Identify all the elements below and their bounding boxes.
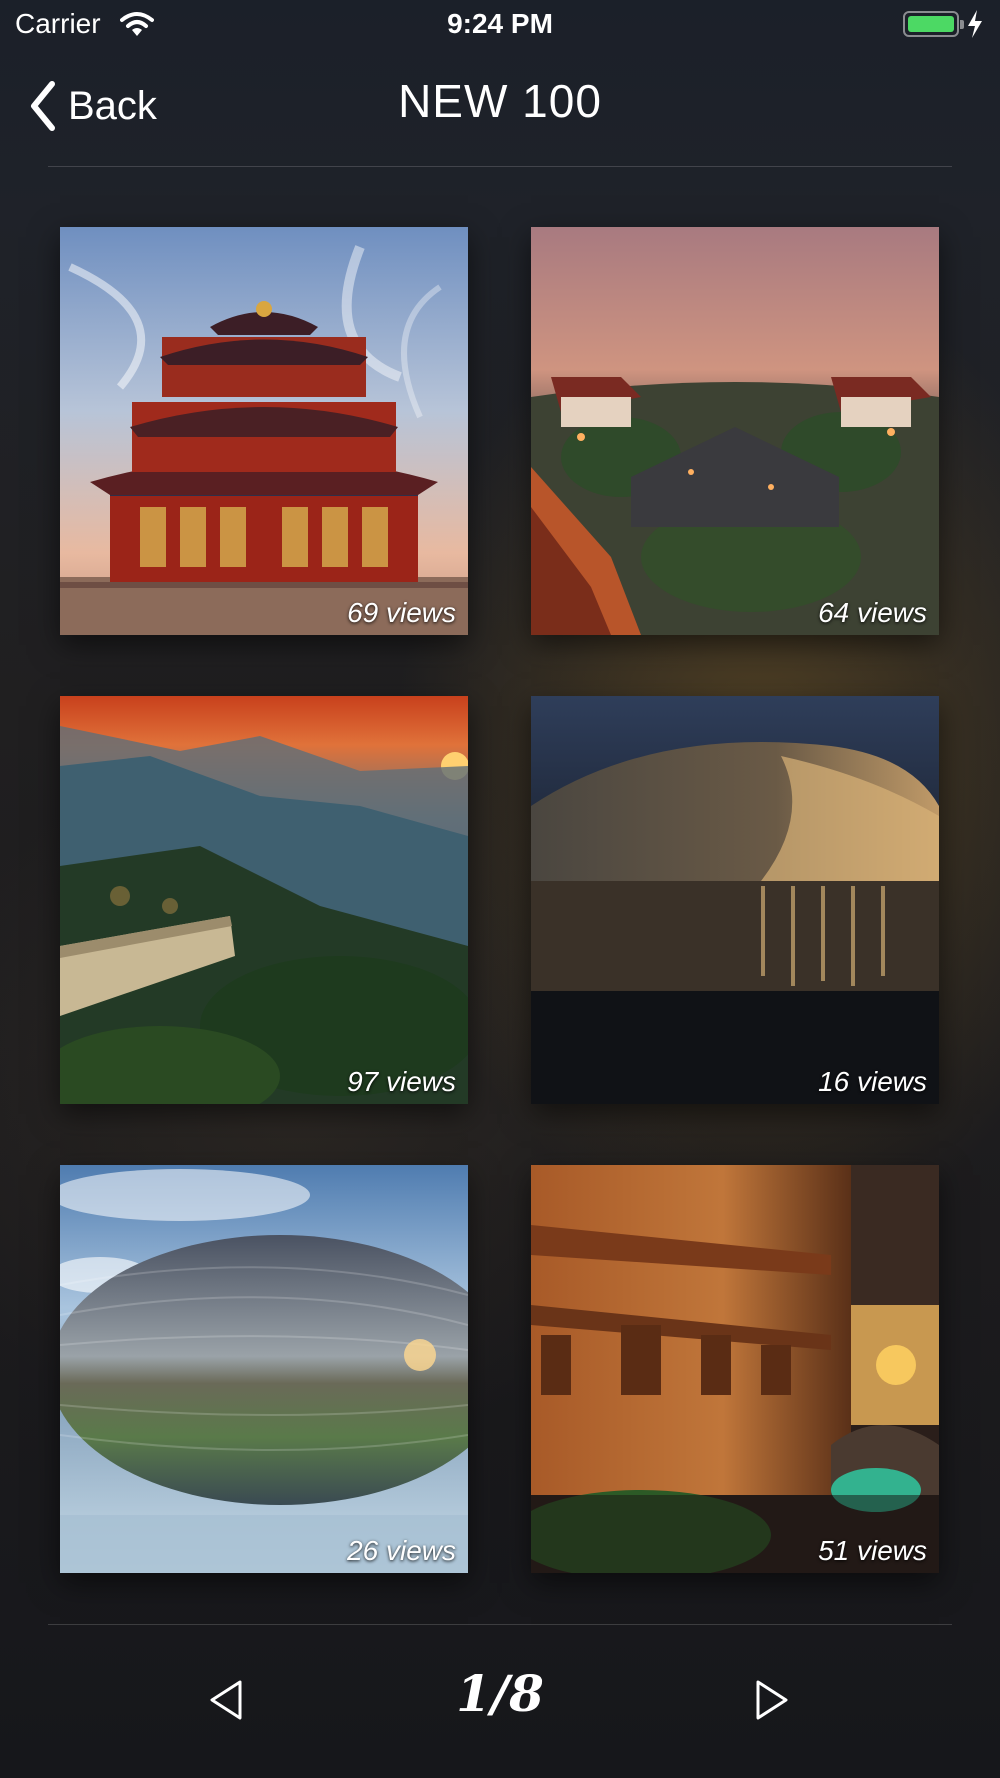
- battery-icon: [903, 11, 964, 37]
- pager: 1/8: [0, 1660, 1000, 1740]
- opera-house-night-image: [531, 696, 939, 1104]
- great-wall-sunset-image: [60, 696, 468, 1104]
- page-indicator: 1/8: [456, 1664, 544, 1723]
- photo-tile[interactable]: 97 views: [60, 696, 468, 1104]
- view-count: 26 views: [347, 1535, 456, 1566]
- triangle-right-icon[interactable]: [752, 1678, 792, 1722]
- view-count: 51 views: [818, 1535, 927, 1566]
- status-time: 9:24 PM: [447, 8, 553, 39]
- navigation-bar: Back NEW 100: [0, 60, 1000, 168]
- view-count: 64 views: [818, 597, 927, 628]
- photo-tile[interactable]: 16 views: [531, 696, 939, 1104]
- status-bar: Carrier 9:24 PM: [0, 0, 1000, 50]
- footer-divider: [48, 1624, 952, 1625]
- photo-tile[interactable]: 51 views: [531, 1165, 939, 1573]
- photo-tile[interactable]: 26 views: [60, 1165, 468, 1573]
- charging-bolt-icon: [968, 10, 982, 38]
- canal-wooden-houses-image: [531, 1165, 939, 1573]
- temple-pagoda-image: [60, 227, 468, 635]
- view-count: 16 views: [818, 1066, 927, 1097]
- old-town-rooftops-image: [531, 227, 939, 635]
- view-count: 97 views: [347, 1066, 456, 1097]
- header-divider: [48, 166, 952, 167]
- page-title: NEW 100: [398, 75, 602, 127]
- photo-tile[interactable]: 69 views: [60, 227, 468, 635]
- photo-tile[interactable]: 64 views: [531, 227, 939, 635]
- egg-dome-reflection-image: [60, 1165, 468, 1573]
- view-count: 69 views: [347, 597, 456, 628]
